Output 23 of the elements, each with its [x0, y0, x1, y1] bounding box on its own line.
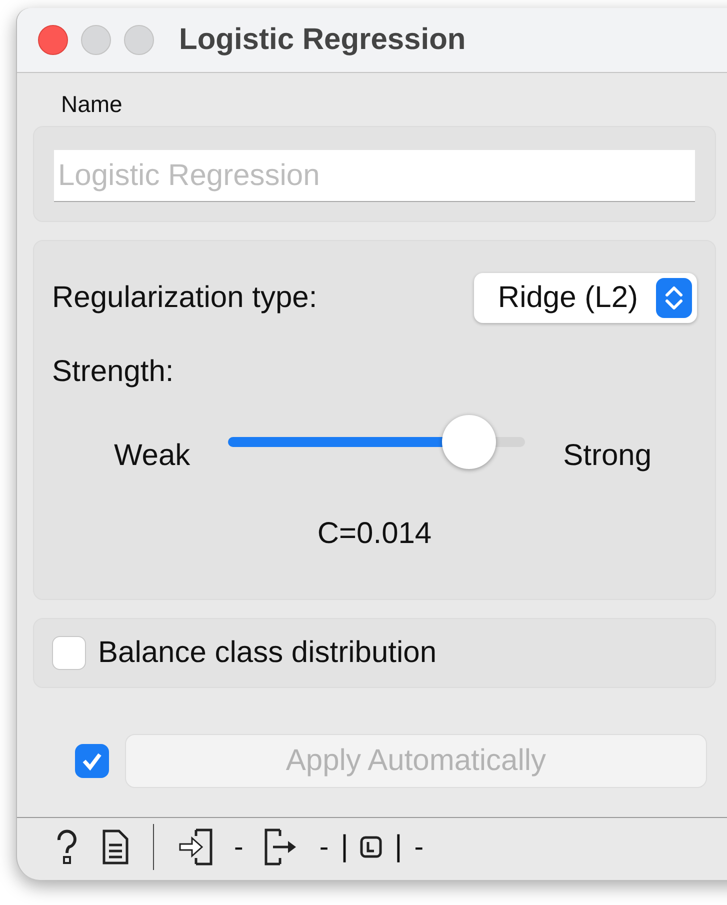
- window-title: Logistic Regression: [179, 23, 466, 57]
- status-divider: |: [340, 830, 348, 864]
- layout-icon[interactable]: [360, 836, 382, 858]
- close-button[interactable]: [38, 25, 68, 55]
- name-field[interactable]: Logistic Regression: [54, 150, 695, 202]
- input-icon[interactable]: [178, 828, 214, 866]
- status-divider: |: [394, 830, 402, 864]
- output-status: -: [319, 831, 329, 863]
- strong-label: Strong: [563, 439, 652, 473]
- stepper-icon: [656, 278, 692, 318]
- balance-checkbox[interactable]: [52, 636, 86, 670]
- strength-slider[interactable]: [228, 415, 526, 469]
- balance-label: Balance class distribution: [98, 636, 437, 670]
- document-icon[interactable]: [101, 829, 129, 865]
- regularization-dropdown[interactable]: Ridge (L2): [474, 273, 697, 323]
- regularization-label: Regularization type:: [52, 281, 318, 315]
- name-label: Name: [61, 91, 122, 118]
- c-value: C=0.014: [317, 517, 432, 551]
- input-status: -: [234, 831, 244, 863]
- slider-thumb[interactable]: [442, 415, 496, 469]
- strength-label: Strength:: [52, 355, 174, 389]
- weak-label: Weak: [114, 439, 190, 473]
- status-text: -: [414, 831, 424, 863]
